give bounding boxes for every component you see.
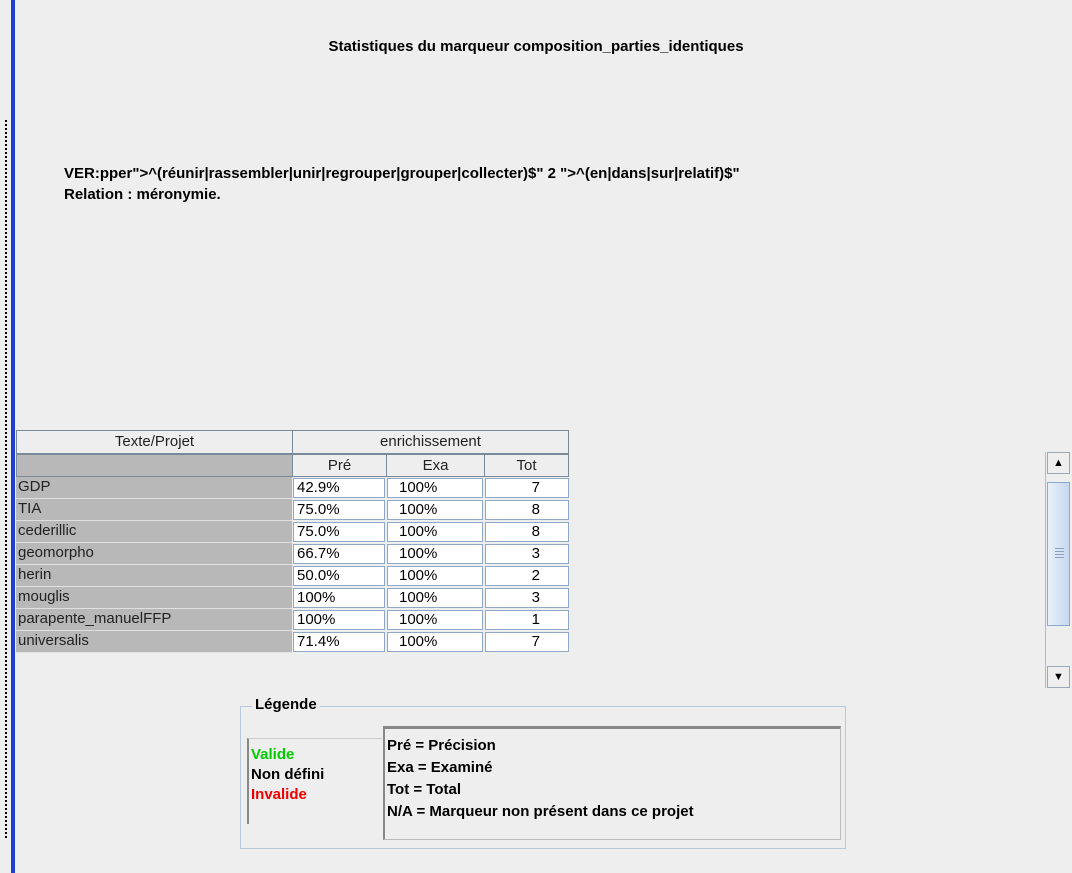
cell-tot[interactable]: 1 [485,610,569,630]
page-title: Statistiques du marqueur composition_par… [328,38,744,55]
row-name: mouglis [16,587,292,609]
window-edge [11,0,15,873]
column-header-pre[interactable]: Pré [292,454,387,477]
cell-exa[interactable]: 100% [387,544,483,564]
cell-pre[interactable]: 75.0% [293,522,385,542]
cell-exa[interactable]: 100% [387,610,483,630]
cell-pre[interactable]: 71.4% [293,632,385,652]
column-header-blank [16,454,293,477]
marker-description: VER:pper">^(réunir|rassembler|unir|regro… [64,163,1054,205]
legend-status-list: Valide Non défini Invalide [247,738,382,824]
cell-pre[interactable]: 50.0% [293,566,385,586]
table-vertical-scrollbar[interactable]: ▲ ▼ [1045,452,1071,688]
row-name: TIA [16,499,292,521]
marker-relation: Relation : méronymie. [64,186,221,203]
row-name: GDP [16,477,292,499]
abbr-pre: Pré = Précision [387,737,496,754]
table-header: Texte/Projet enrichissement Pré Exa Tot [16,430,569,477]
cell-exa[interactable]: 100% [387,588,483,608]
cell-pre[interactable]: 75.0% [293,500,385,520]
cell-exa[interactable]: 100% [387,500,483,520]
status-invalide: Invalide [251,786,307,803]
cell-tot[interactable]: 7 [485,478,569,498]
arrow-up-icon[interactable]: ▲ [1047,452,1070,474]
abbr-na: N/A = Marqueur non présent dans ce proje… [387,803,694,820]
table-row[interactable]: cederillic 75.0% 100% 8 [16,521,569,543]
cell-exa[interactable]: 100% [387,632,483,652]
column-group-enrichissement[interactable]: enrichissement [292,430,569,454]
cell-pre[interactable]: 66.7% [293,544,385,564]
row-name: herin [16,565,292,587]
abbr-tot: Tot = Total [387,781,462,798]
grip-icon [1055,548,1064,558]
status-non-defini: Non défini [251,766,325,783]
row-name: cederillic [16,521,292,543]
row-name: parapente_manuelFFP [16,609,292,631]
status-valide: Valide [251,746,295,763]
abbr-exa: Exa = Examiné [387,759,493,776]
cell-tot[interactable]: 8 [485,522,569,542]
column-header-tot[interactable]: Tot [484,454,569,477]
column-header-texte-projet[interactable]: Texte/Projet [16,430,293,454]
scrollbar-thumb[interactable] [1047,482,1070,626]
table-row[interactable]: mouglis 100% 100% 3 [16,587,569,609]
cell-exa[interactable]: 100% [387,566,483,586]
table-row[interactable]: parapente_manuelFFP 100% 100% 1 [16,609,569,631]
cell-tot[interactable]: 3 [485,588,569,608]
cell-tot[interactable]: 3 [485,544,569,564]
cell-tot[interactable]: 7 [485,632,569,652]
cell-exa[interactable]: 100% [387,522,483,542]
cell-pre[interactable]: 42.9% [293,478,385,498]
cell-pre[interactable]: 100% [293,588,385,608]
cell-pre[interactable]: 100% [293,610,385,630]
row-name: universalis [16,631,292,653]
arrow-down-icon[interactable]: ▼ [1047,666,1070,688]
legend-abbreviations: Pré = Précision Exa = Examiné Tot = Tota… [383,726,841,840]
splitter-handle[interactable] [5,120,7,840]
table-row[interactable]: herin 50.0% 100% 2 [16,565,569,587]
marker-pattern: VER:pper">^(réunir|rassembler|unir|regro… [64,165,740,182]
stats-table: Texte/Projet enrichissement Pré Exa Tot … [16,430,1071,688]
legend-title: Légende [252,696,320,713]
cell-tot[interactable]: 8 [485,500,569,520]
table-row[interactable]: geomorpho 66.7% 100% 3 [16,543,569,565]
table-row[interactable]: TIA 75.0% 100% 8 [16,499,569,521]
cell-exa[interactable]: 100% [387,478,483,498]
cell-tot[interactable]: 2 [485,566,569,586]
row-name: geomorpho [16,543,292,565]
column-header-exa[interactable]: Exa [386,454,485,477]
table-row[interactable]: GDP 42.9% 100% 7 [16,477,569,499]
table-row[interactable]: universalis 71.4% 100% 7 [16,631,569,653]
